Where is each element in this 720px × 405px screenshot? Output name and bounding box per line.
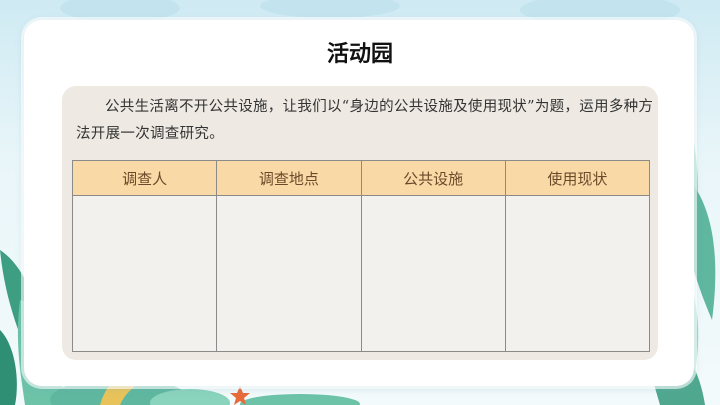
header-location: 调查地点 bbox=[216, 160, 362, 196]
table-cell[interactable] bbox=[71, 195, 218, 352]
table-cell[interactable] bbox=[216, 195, 362, 352]
table-cell[interactable] bbox=[360, 195, 506, 352]
table-header-row: 调查人 调查地点 公共设施 使用现状 bbox=[71, 160, 651, 196]
header-facility: 公共设施 bbox=[360, 160, 506, 196]
survey-table: 调查人 调查地点 公共设施 使用现状 bbox=[71, 160, 651, 352]
table-cell[interactable] bbox=[504, 195, 651, 352]
page-title: 活动园 bbox=[326, 42, 393, 67]
intro-paragraph: 公共生活离不开公共设施，让我们以“身边的公共设施及使用现状”为题，运用多种方法开… bbox=[76, 99, 654, 142]
table-row bbox=[71, 195, 651, 352]
header-usage-status: 使用现状 bbox=[504, 160, 651, 196]
header-investigator: 调查人 bbox=[71, 160, 218, 196]
